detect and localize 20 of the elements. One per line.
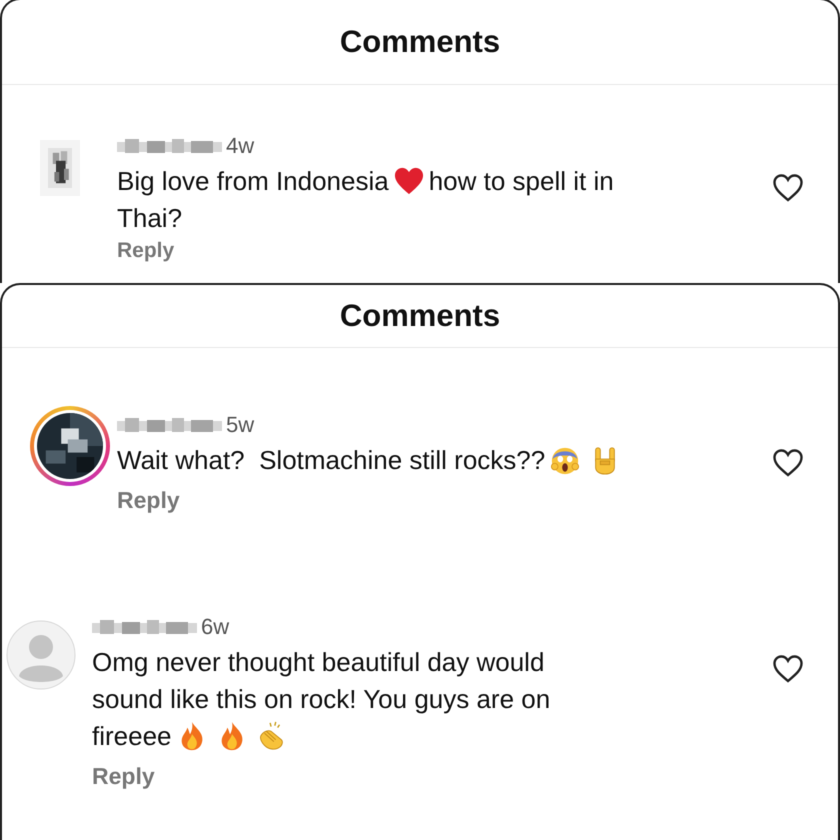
comment-text: Thai? <box>117 203 182 233</box>
reply-button[interactable]: Reply <box>117 487 180 514</box>
comment-text: sound like this on rock! You guys are on <box>92 684 550 714</box>
sheet-title: Comments <box>340 24 500 60</box>
comment-text: fireeee <box>92 721 172 751</box>
comment-time: 4w <box>226 133 254 159</box>
heart-icon <box>394 166 424 196</box>
heart-icon[interactable] <box>772 448 804 478</box>
comment-time: 6w <box>201 614 230 640</box>
comment-text: how to spell it in <box>428 166 614 196</box>
comment-text: Wait what? Slotmachine still rocks?? <box>117 445 546 475</box>
reply-button[interactable]: Reply <box>117 239 174 263</box>
sheet-title: Comments <box>340 298 500 334</box>
screaming-face-icon <box>550 445 580 475</box>
reply-button[interactable]: Reply <box>92 763 155 790</box>
heart-icon[interactable] <box>772 173 804 203</box>
comment-text: Omg never thought beautiful day would <box>92 647 544 677</box>
comment-time: 5w <box>226 412 254 438</box>
comment-text: Big love from Indonesia <box>117 166 389 196</box>
heart-icon[interactable] <box>772 654 804 684</box>
